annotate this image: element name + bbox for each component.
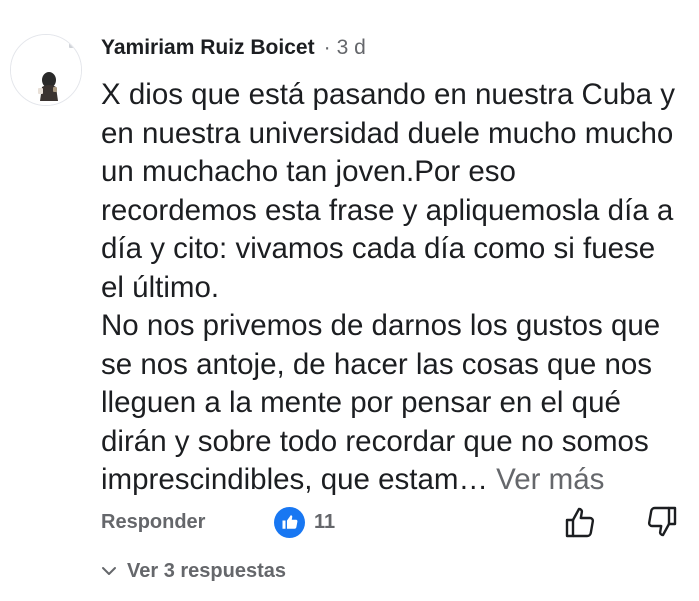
author-name[interactable]: Yamiriam Ruiz Boicet (101, 36, 315, 60)
body-line: se nos antoje, de hacer las cosas que no… (101, 347, 653, 381)
like-icon (274, 506, 305, 538)
upvote-button[interactable] (564, 505, 596, 539)
chevron-down-icon (102, 567, 116, 575)
body-line: dirán y sobre todo recordar que no somos (101, 424, 649, 458)
view-replies-label: Ver 3 respuestas (127, 559, 286, 582)
truncated-text: imprescindibles, que estam… (101, 463, 488, 496)
separator-dot: · (323, 36, 331, 59)
thumbs-down-outline-icon (647, 506, 677, 537)
profile-photo (11, 35, 81, 105)
body-line: No nos privemos de darnos los gustos que (101, 309, 661, 342)
see-more-link[interactable]: Ver más (496, 463, 604, 496)
reaction-summary[interactable]: 11 (274, 505, 335, 539)
reaction-count: 11 (314, 510, 336, 533)
thumbs-up-outline-icon (565, 507, 595, 538)
body-line: en nuestra universidad duele mucho mucho (101, 116, 674, 150)
reply-button[interactable]: Responder (101, 511, 205, 534)
body-line: recordemos esta frase y apliquemosla día… (101, 193, 674, 227)
avatar[interactable] (10, 34, 82, 106)
comment-timestamp[interactable]: 3 d (337, 36, 366, 60)
comment-actions: Responder (101, 507, 205, 537)
body-line: lleguen a la mente por pensar en el qué (101, 386, 621, 419)
comment: Yamiriam Ruiz Boicet · 3 d X dios que es… (0, 0, 699, 601)
body-line: un muchacho tan joven.Por eso (101, 155, 516, 188)
body-line: X dios que está pasando en nuestra Cuba … (101, 78, 676, 111)
body-line-truncated: imprescindibles, que estam… Ver más (101, 461, 691, 500)
comment-header: Yamiriam Ruiz Boicet · 3 d (101, 34, 366, 62)
like-glyph (282, 515, 297, 529)
downvote-button[interactable] (646, 505, 678, 539)
view-replies-button[interactable]: Ver 3 respuestas (101, 557, 286, 585)
body-line: día y cito: vivamos cada día como si fue… (101, 232, 656, 265)
comment-body: X dios que está pasando en nuestra Cuba … (101, 76, 691, 500)
body-line: el último. (101, 270, 220, 304)
